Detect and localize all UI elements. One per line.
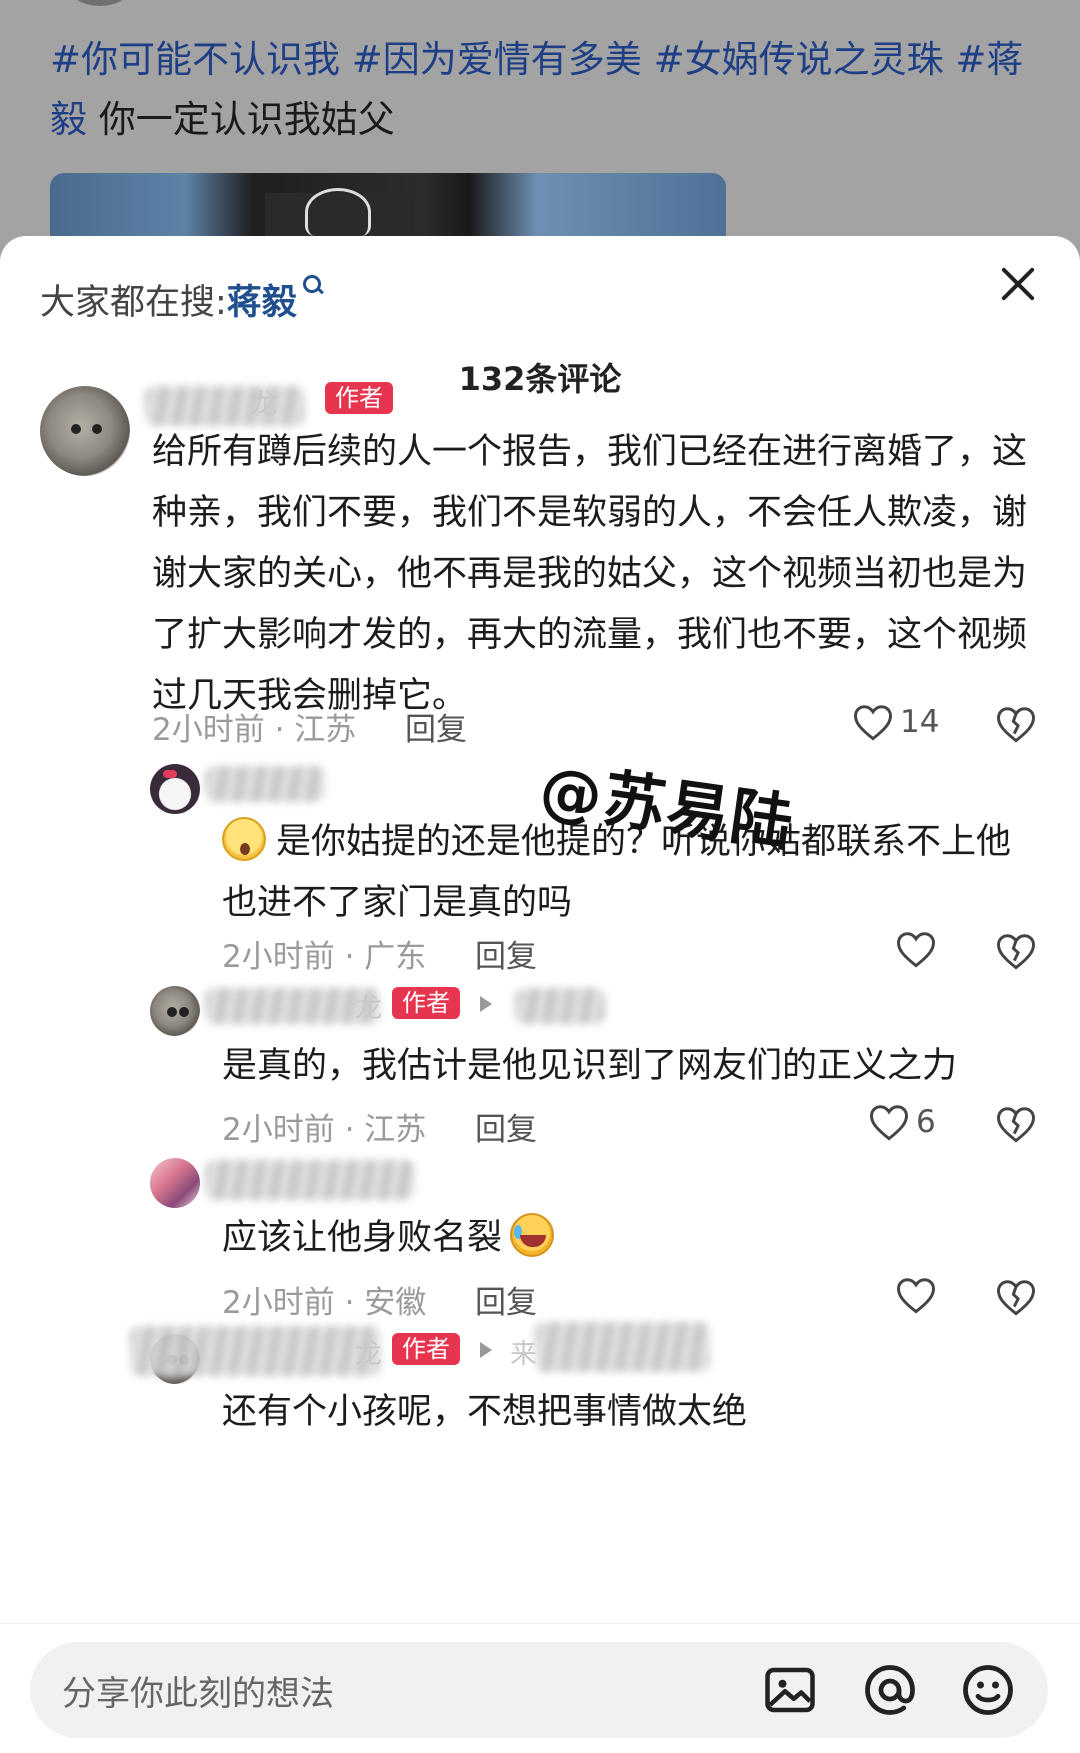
comment-text: 还有个小孩呢，不想把事情做太绝 — [222, 1392, 748, 1432]
avatar[interactable] — [150, 1158, 200, 1208]
post-tag[interactable]: #女娲传说之灵珠 — [654, 38, 944, 81]
shocked-emoji-icon — [222, 817, 266, 861]
trending-search-prefix: 大家都在搜: — [40, 283, 227, 323]
comment-text: 应该让他身败名裂 — [222, 1208, 1042, 1269]
avatar[interactable] — [150, 764, 200, 814]
blurred-username — [205, 766, 325, 802]
dislike-heart-icon[interactable] — [995, 931, 1037, 971]
blurred-reply-target — [535, 1322, 710, 1372]
dislike-heart-icon[interactable] — [995, 1104, 1037, 1144]
trending-search-keyword[interactable]: 蒋毅 — [227, 274, 297, 325]
blurred-username — [130, 1326, 380, 1376]
post-tag-continued[interactable]: 毅 — [50, 98, 87, 141]
comment-meta: 2小时前 · 安徽 — [222, 1285, 427, 1321]
reply-button[interactable]: 回复 — [475, 1104, 537, 1149]
comment-text: 是真的，我估计是他见识到了网友们的正义之力 — [222, 1046, 958, 1086]
like-count: 14 — [900, 704, 940, 740]
trending-search[interactable]: 大家都在搜: 蒋毅 — [40, 274, 327, 325]
post-tag[interactable]: #你可能不认识我 — [50, 38, 340, 81]
crying-laughing-emoji-icon — [510, 1213, 555, 1257]
blurred-username — [145, 386, 305, 426]
username-visible-fragment: 龙 — [250, 389, 277, 420]
post-author-avatar — [70, 0, 130, 6]
heart-icon — [854, 705, 892, 741]
post-tag[interactable]: #蒋 — [955, 38, 1023, 81]
comment-input-bar: 分享你此刻的想法 — [0, 1623, 1080, 1753]
avatar[interactable] — [150, 986, 200, 1036]
blurred-username — [205, 988, 380, 1024]
post-background: #你可能不认识我 #因为爱情有多美 #女娲传说之灵珠 #蒋 毅 你一定认识我姑父 — [0, 0, 1080, 263]
heart-icon — [897, 1278, 935, 1314]
author-badge: 作者 — [392, 1333, 460, 1365]
heart-icon — [870, 1105, 908, 1141]
dislike-heart-icon[interactable] — [995, 1277, 1037, 1317]
username-visible-fragment: 龙 — [355, 1339, 382, 1370]
comments-sheet: 大家都在搜: 蒋毅 132条评论 龙 作者 给所有蹲后续的人一个报告，我们已经在… — [0, 236, 1080, 1753]
image-icon[interactable] — [760, 1660, 820, 1720]
comment-meta: 2小时前 · 江苏 — [222, 1112, 427, 1148]
reply-to-arrow-icon — [480, 1342, 492, 1358]
post-tag[interactable]: #因为爱情有多美 — [352, 38, 642, 81]
search-icon — [301, 273, 327, 299]
like-button[interactable] — [895, 1275, 937, 1315]
blurred-reply-target — [515, 988, 605, 1024]
comment-text: 给所有蹲后续的人一个报告，我们已经在进行离婚了，这种亲，我们不要，我们不是软弱的… — [152, 432, 1028, 716]
like-button[interactable]: 6 — [868, 1102, 936, 1142]
at-icon[interactable] — [860, 1660, 920, 1720]
reply-button[interactable]: 回复 — [475, 1277, 537, 1322]
heart-icon — [897, 932, 935, 968]
like-button[interactable] — [895, 929, 937, 969]
reply-button[interactable]: 回复 — [475, 931, 537, 976]
emoji-icon[interactable] — [958, 1660, 1018, 1720]
blurred-username — [205, 1160, 415, 1200]
reply-to-arrow-icon — [480, 996, 492, 1012]
comment-input[interactable]: 分享你此刻的想法 — [30, 1642, 1048, 1738]
comment-input-placeholder: 分享你此刻的想法 — [62, 1674, 334, 1714]
post-text: 你一定认识我姑父 — [98, 98, 395, 141]
username-visible-fragment: 龙 — [355, 993, 382, 1024]
author-badge: 作者 — [325, 382, 393, 414]
reply-button[interactable]: 回复 — [405, 704, 467, 749]
post-caption: #你可能不认识我 #因为爱情有多美 #女娲传说之灵珠 #蒋 毅 你一定认识我姑父 — [50, 30, 1040, 150]
dislike-heart-icon[interactable] — [995, 704, 1037, 744]
comment-meta: 2小时前 · 广东 — [222, 939, 427, 975]
comment-meta: 2小时前 · 江苏 — [152, 712, 357, 748]
like-button[interactable]: 14 — [852, 702, 939, 742]
close-icon[interactable] — [996, 262, 1040, 306]
author-badge: 作者 — [392, 987, 460, 1019]
reply-target-visible-fragment: 来 — [510, 1339, 537, 1370]
avatar[interactable] — [40, 386, 130, 476]
like-count: 6 — [916, 1104, 936, 1140]
